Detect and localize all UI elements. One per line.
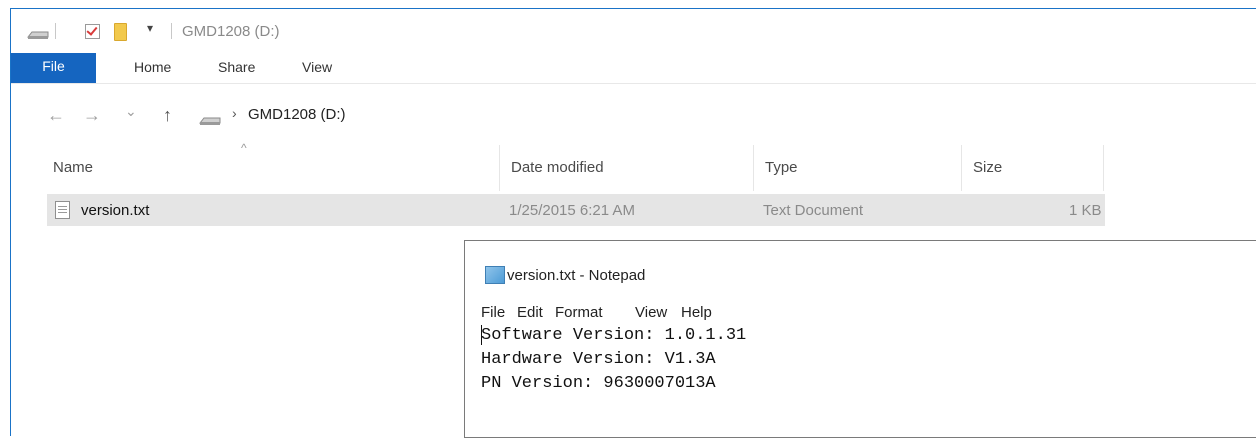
quick-access-dropdown-icon[interactable]: ▾	[147, 21, 153, 35]
title-bar: ▾ GMD1208 (D:)	[11, 9, 1256, 49]
text-line[interactable]: Hardware Version: V1.3A	[481, 350, 716, 369]
up-arrow-icon[interactable]: ↑	[163, 105, 172, 126]
column-divider[interactable]	[753, 145, 754, 191]
column-header-type[interactable]: Type	[765, 159, 798, 176]
tab-view[interactable]: View	[302, 59, 332, 75]
tab-home[interactable]: Home	[134, 59, 171, 75]
column-divider[interactable]	[1103, 145, 1104, 191]
sort-indicator-icon: ^	[241, 141, 247, 155]
properties-icon[interactable]	[85, 24, 100, 39]
notepad-window: version.txt - Notepad File Edit Format V…	[464, 240, 1256, 438]
menu-format[interactable]: Format	[555, 304, 603, 321]
column-divider[interactable]	[499, 145, 500, 191]
menu-file[interactable]: File	[481, 304, 505, 321]
menu-edit[interactable]: Edit	[517, 304, 543, 321]
tab-file[interactable]: File	[11, 53, 96, 83]
window-title: GMD1208 (D:)	[182, 23, 280, 40]
menu-help[interactable]: Help	[681, 304, 712, 321]
divider	[55, 23, 56, 39]
file-name: version.txt	[81, 202, 150, 219]
back-arrow-icon[interactable]: ←	[47, 105, 65, 126]
forward-arrow-icon[interactable]: →	[83, 105, 101, 126]
address-bar: ← → ⌄ ↑ › GMD1208 (D:)	[11, 103, 1256, 129]
divider	[171, 23, 172, 39]
file-row[interactable]: version.txt 1/25/2015 6:21 AM Text Docum…	[47, 194, 1105, 226]
text-file-icon	[55, 201, 70, 219]
file-explorer-window: ▾ GMD1208 (D:) File Home Share View ← → …	[10, 8, 1256, 438]
file-date-modified: 1/25/2015 6:21 AM	[509, 202, 635, 219]
notepad-icon	[485, 266, 505, 284]
text-line[interactable]: PN Version: 9630007013A	[481, 374, 716, 393]
file-type: Text Document	[763, 202, 864, 219]
notepad-title: version.txt - Notepad	[507, 267, 646, 284]
column-divider[interactable]	[961, 145, 962, 191]
file-size: 1 KB	[1069, 202, 1102, 219]
drive-icon	[198, 113, 221, 131]
new-folder-icon[interactable]	[114, 23, 127, 41]
menu-view[interactable]: View	[635, 304, 667, 321]
tab-share[interactable]: Share	[218, 59, 255, 75]
recent-locations-chevron-icon[interactable]: ⌄	[125, 103, 137, 120]
ribbon-tabs: File Home Share View	[11, 53, 1256, 84]
path-chevron-icon[interactable]: ›	[232, 105, 237, 121]
column-header-size[interactable]: Size	[973, 159, 1002, 176]
column-header-name[interactable]: Name	[53, 159, 93, 176]
text-line[interactable]: Software Version: 1.0.1.31	[481, 326, 746, 345]
address-path[interactable]: GMD1208 (D:)	[248, 106, 346, 123]
column-header-date-modified[interactable]: Date modified	[511, 159, 604, 176]
drive-icon	[26, 27, 49, 45]
